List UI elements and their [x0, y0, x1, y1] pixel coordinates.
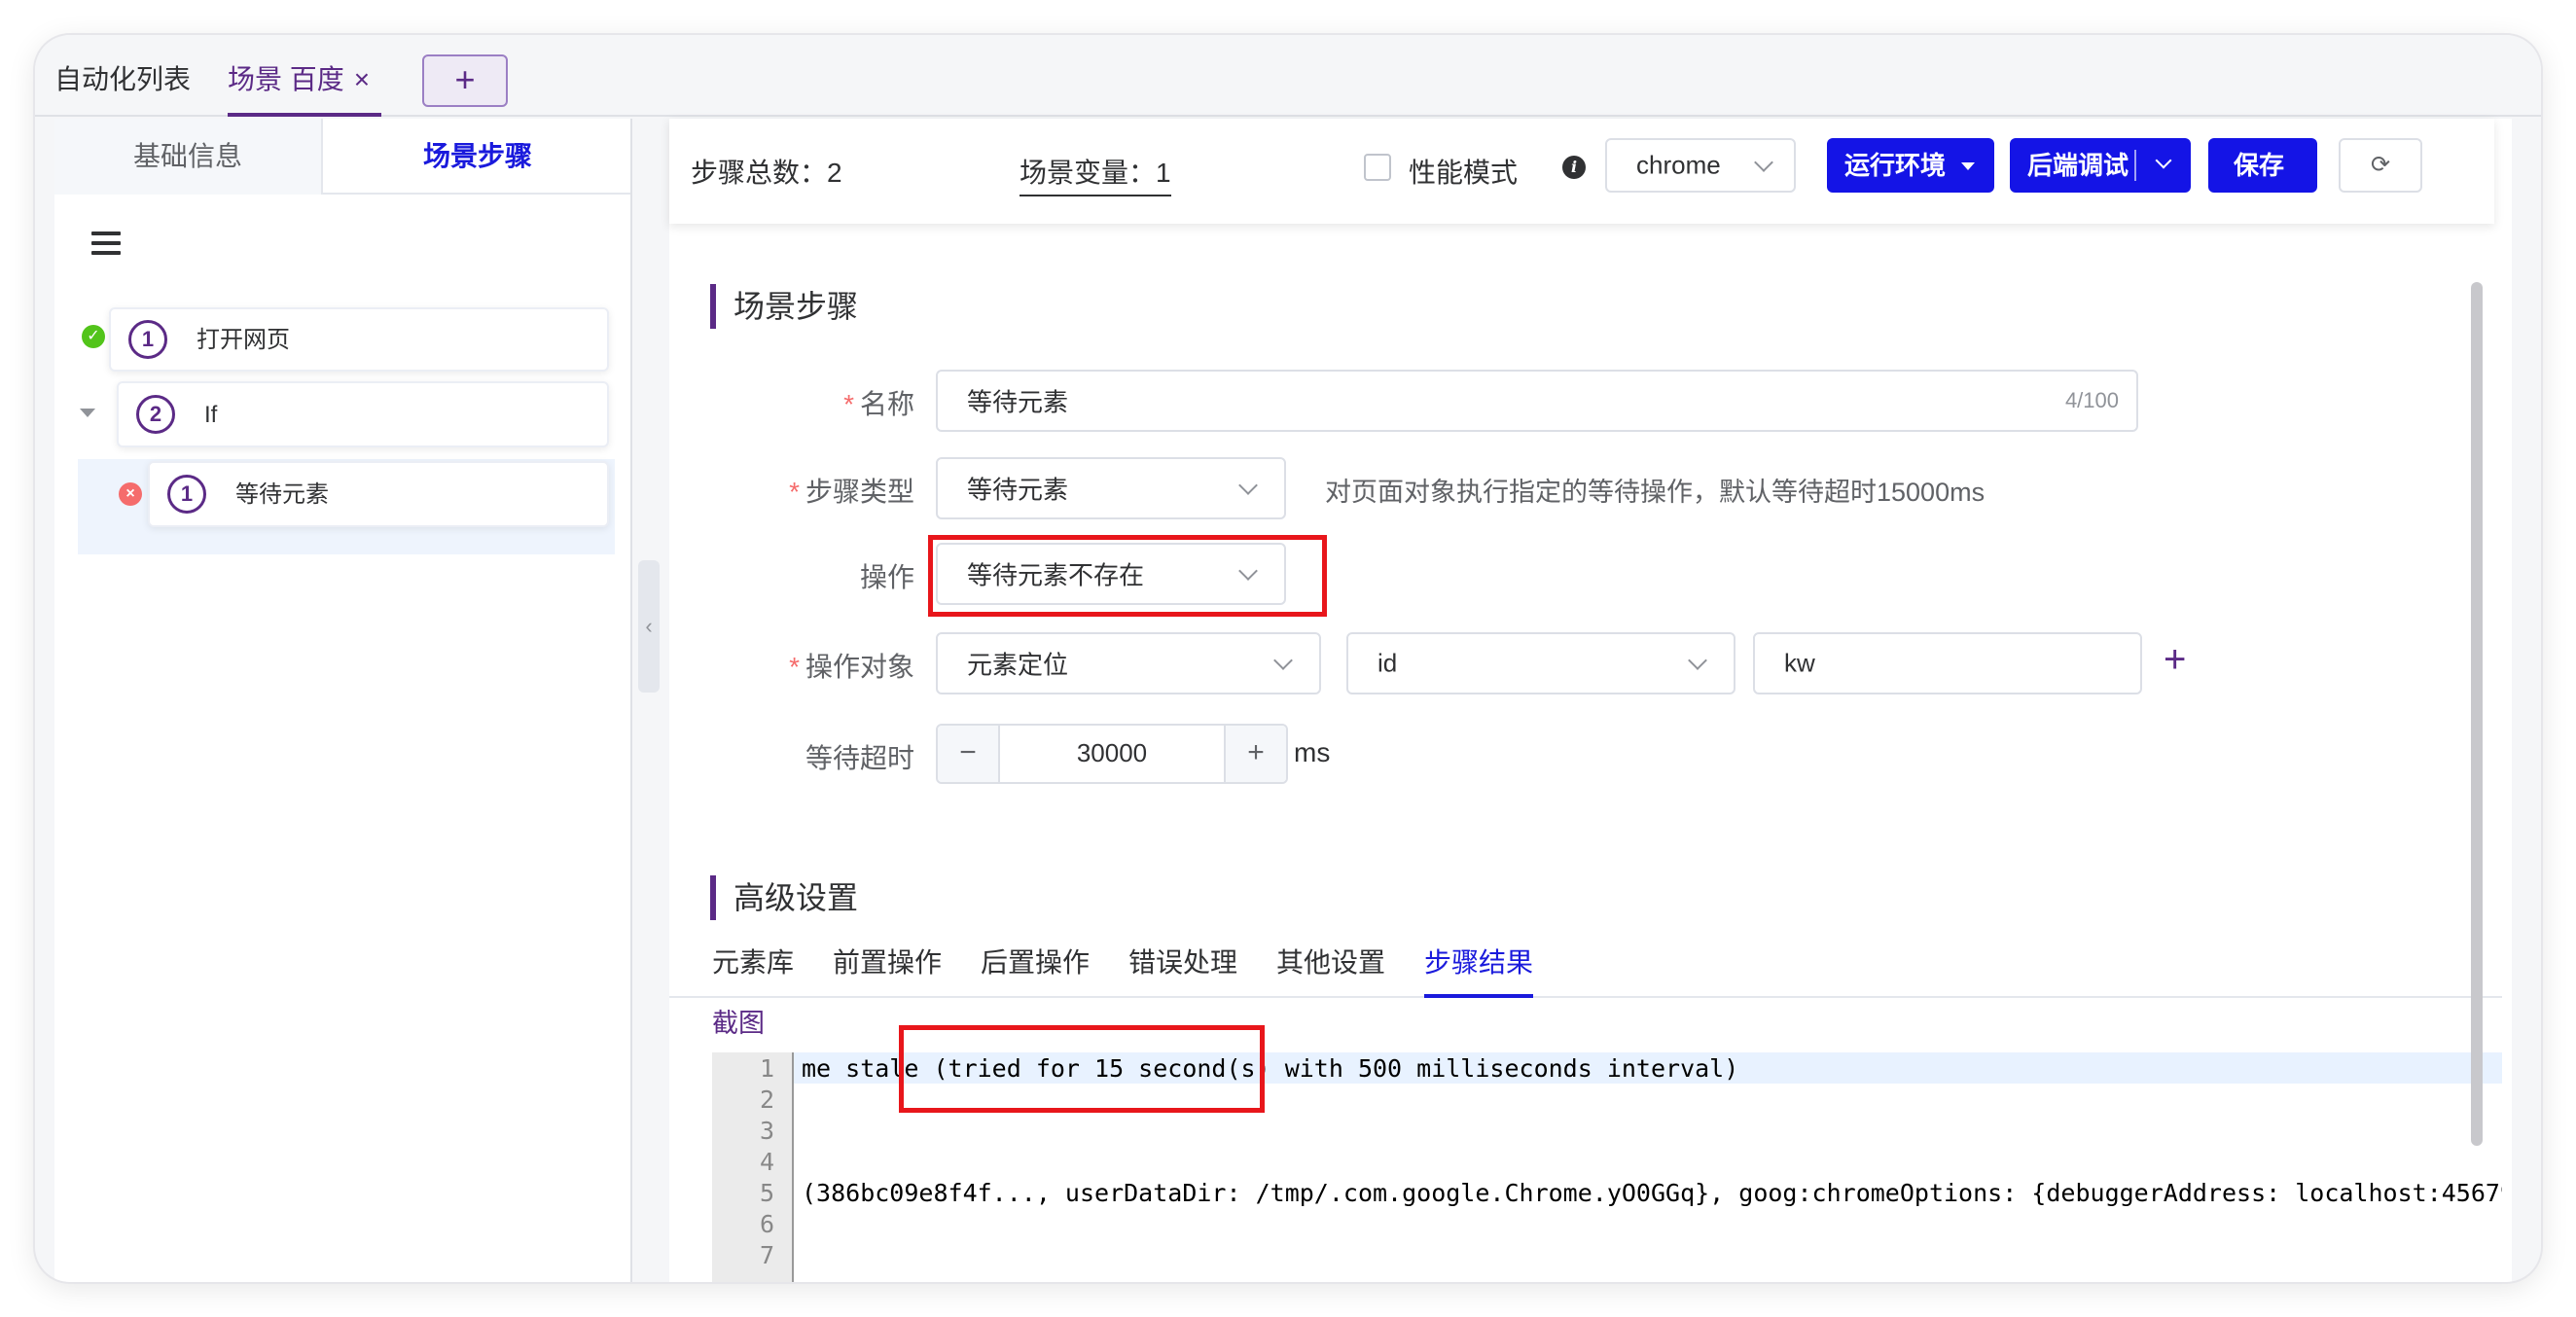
caret-down-icon — [1961, 162, 1975, 170]
step-item-wait-element[interactable]: 1 等待元素 — [148, 461, 609, 527]
locator-value: kw — [1784, 648, 1815, 678]
line-number: 2 — [759, 1086, 774, 1114]
decrement-button[interactable]: − — [938, 726, 1000, 782]
step-item-if[interactable]: 2 If — [117, 381, 609, 447]
line-number: 5 — [759, 1179, 774, 1207]
locator-value-input[interactable]: kw — [1753, 632, 2142, 694]
button-divider — [2134, 150, 2136, 181]
increment-button[interactable]: + — [1224, 726, 1286, 782]
menu-icon[interactable] — [91, 231, 121, 257]
browser-select-value: chrome — [1636, 150, 1721, 180]
collapse-caret-icon[interactable] — [80, 409, 95, 417]
chevron-down-icon — [1688, 651, 1707, 670]
info-icon[interactable]: i — [1562, 156, 1586, 179]
scene-variables-link[interactable]: 场景变量：1 — [1020, 152, 1171, 196]
name-label: * 名称 — [843, 389, 914, 419]
total-steps-text: 步骤总数：2 — [691, 158, 842, 188]
target-mode-value: 元素定位 — [967, 650, 1069, 680]
step-number-badge: 1 — [128, 320, 167, 359]
red-highlight-box-code — [899, 1025, 1265, 1113]
timeout-stepper[interactable]: − 30000 + — [936, 724, 1288, 784]
tab-other-settings[interactable]: 其他设置 — [1276, 943, 1385, 998]
tab-scene-baidu[interactable]: 场景 百度 × — [228, 60, 381, 117]
operation-label: 操作 — [859, 562, 914, 592]
timeout-unit: ms — [1294, 737, 1331, 767]
tab-step-result[interactable]: 步骤结果 — [1424, 943, 1534, 998]
success-icon: ✓ — [82, 325, 105, 348]
tab-scene-steps[interactable]: 场景步骤 — [323, 119, 632, 195]
code-line-5: (386bc09e8f4f..., userDataDir: /tmp/.com… — [802, 1179, 2502, 1207]
operation-target-label: * 操作对象 — [789, 652, 914, 682]
line-number: 7 — [759, 1241, 774, 1269]
step-label: 等待元素 — [235, 481, 329, 508]
panel-collapse-handle[interactable]: ‹ — [638, 560, 660, 693]
tab-element-library[interactable]: 元素库 — [712, 943, 794, 998]
name-input-value: 等待元素 — [967, 387, 1069, 417]
tab-scene-label: 场景 百度 — [228, 64, 344, 94]
chevron-down-icon — [1273, 651, 1293, 670]
step-label: 打开网页 — [197, 327, 290, 353]
line-number: 4 — [759, 1148, 774, 1176]
name-input[interactable]: 等待元素 4/100 — [936, 370, 2138, 432]
step-number-badge: 2 — [136, 395, 175, 434]
chevron-down-icon — [1754, 153, 1773, 172]
step-label: If — [204, 402, 218, 428]
chevron-down-icon[interactable] — [2155, 152, 2172, 169]
vertical-scrollbar[interactable] — [2471, 282, 2483, 1146]
close-icon[interactable]: × — [354, 64, 370, 94]
step-number-badge: 1 — [167, 475, 206, 514]
line-number: 6 — [759, 1210, 774, 1238]
step-item-open-page[interactable]: 1 打开网页 — [109, 307, 609, 372]
left-panel: 基础信息 场景步骤 ✓ 1 打开网页 2 If × 1 等待元素 — [54, 119, 632, 1282]
performance-mode-checkbox[interactable] — [1364, 154, 1391, 181]
performance-mode-label: 性能模式 — [1409, 158, 1519, 188]
tab-automation-list[interactable]: 自动化列表 — [54, 60, 191, 117]
section-title-advanced: 高级设置 — [710, 875, 858, 920]
timeout-value[interactable]: 30000 — [1000, 726, 1224, 782]
screenshot-link[interactable]: 截图 — [712, 1002, 765, 1040]
tab-basic-info[interactable]: 基础信息 — [54, 119, 323, 195]
red-highlight-box-operation — [928, 535, 1327, 617]
step-type-select[interactable]: 等待元素 — [936, 457, 1286, 519]
error-icon: × — [119, 482, 142, 506]
line-number: 3 — [759, 1117, 774, 1145]
run-environment-button[interactable]: 运行环境 — [1827, 138, 1994, 193]
refresh-button[interactable]: ⟳ — [2339, 138, 2422, 193]
toolbar: 步骤总数：2 场景变量：1 性能模式 i chrome 运行环境 后端调试 保存… — [669, 119, 2494, 224]
step-type-label: * 步骤类型 — [789, 477, 914, 507]
line-number-gutter: 1 2 3 4 5 6 7 — [712, 1052, 794, 1282]
app-window: 自动化列表 场景 百度 × + 基础信息 场景步骤 ✓ 1 打开网页 2 If ×… — [35, 35, 2541, 1282]
locator-type-value: id — [1377, 648, 1398, 678]
left-tabs: 基础信息 场景步骤 — [54, 119, 630, 195]
add-locator-icon[interactable]: + — [2164, 640, 2186, 679]
tab-post-operation[interactable]: 后置操作 — [981, 943, 1090, 998]
timeout-label: 等待超时 — [805, 743, 914, 773]
name-char-count: 4/100 — [2064, 388, 2119, 412]
chevron-down-icon — [1238, 476, 1258, 495]
tab-error-handling[interactable]: 错误处理 — [1128, 943, 1237, 998]
step-type-value: 等待元素 — [967, 475, 1069, 505]
save-button[interactable]: 保存 — [2208, 138, 2317, 193]
advanced-tabs: 元素库 前置操作 后置操作 错误处理 其他设置 步骤结果 — [669, 943, 2502, 998]
backend-debug-button[interactable]: 后端调试 — [2010, 138, 2191, 193]
refresh-icon: ⟳ — [2370, 152, 2391, 178]
step-type-hint: 对页面对象执行指定的等待操作，默认等待超时15000ms — [1325, 478, 1986, 507]
add-tab-button[interactable]: + — [422, 54, 508, 107]
top-tab-bar: 自动化列表 场景 百度 × + — [35, 35, 2541, 117]
main-content: 步骤总数：2 场景变量：1 性能模式 i chrome 运行环境 后端调试 保存… — [669, 119, 2512, 1282]
run-environment-label: 运行环境 — [1844, 151, 1947, 180]
backend-debug-label: 后端调试 — [2027, 151, 2129, 180]
section-title-scene-steps: 场景步骤 — [710, 284, 858, 329]
tab-pre-operation[interactable]: 前置操作 — [833, 943, 942, 998]
target-mode-select[interactable]: 元素定位 — [936, 632, 1321, 694]
browser-select[interactable]: chrome — [1605, 138, 1796, 193]
line-number: 1 — [759, 1054, 774, 1083]
locator-type-select[interactable]: id — [1346, 632, 1735, 694]
save-label: 保存 — [2234, 151, 2285, 180]
